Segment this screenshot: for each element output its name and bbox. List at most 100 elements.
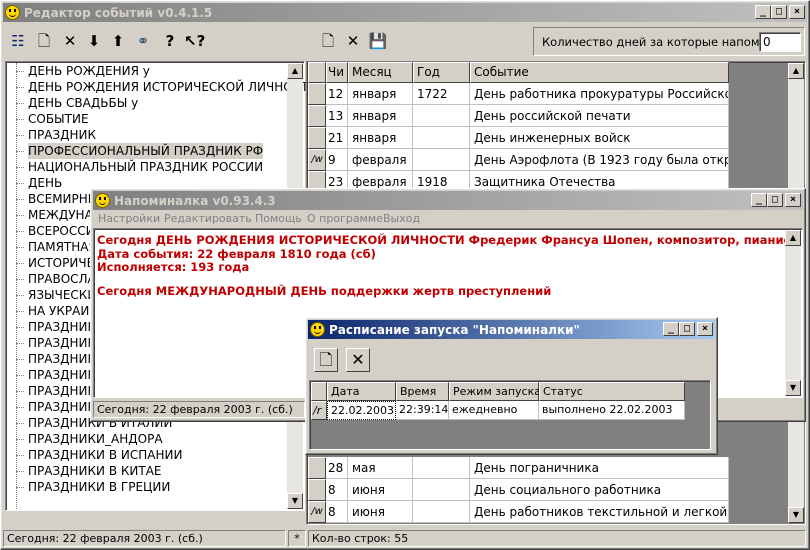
tree-item[interactable]: ПРАЗДНИКИ В ГРЕЦИИ [28,479,170,495]
row-marker[interactable] [308,457,326,479]
cell-month[interactable]: июня [348,501,413,523]
tree-item[interactable]: ПРАЗДНИК [28,367,96,383]
cell-day[interactable]: 21 [326,127,348,149]
context-help-icon[interactable]: ↖? [184,31,205,51]
tree-scroll-up-icon[interactable]: ▲ [287,63,303,79]
row-marker[interactable]: /w [308,501,326,523]
tree-item[interactable]: ВСЕМИРНЫ [28,191,98,207]
row-marker[interactable] [308,127,326,149]
save-icon[interactable]: 💾 [368,31,388,51]
schedule-cell-time[interactable]: 22:39:14 [396,401,449,420]
schedule-col-status[interactable]: Статус [539,382,685,401]
row-marker[interactable] [308,105,326,127]
tree-item[interactable]: ПРАЗДНИКИ В ИСПАНИИ [28,447,182,463]
tree-item[interactable]: ПРАЗДНИКИ В КИТАЕ [28,463,162,479]
cell-year[interactable] [413,149,470,171]
tree-item[interactable]: ВСЕРОССИ [28,223,95,239]
cell-year[interactable] [413,479,470,501]
cell-event[interactable]: День работника прокуратуры Российской [470,83,729,105]
reminder-scroll-down-icon[interactable]: ▼ [785,380,801,396]
cell-event[interactable]: День работников текстильной и легкой [470,501,729,523]
maximize-button[interactable]: □ [767,193,783,207]
close-button[interactable]: × [697,322,713,336]
help-icon[interactable]: ? [160,31,180,51]
close-button[interactable]: × [789,5,805,19]
cell-month[interactable]: января [348,127,413,149]
new-event-icon[interactable]: 🗋 [318,31,338,51]
tree-item[interactable]: ДЕНЬ РОЖДЕНИЯ у [28,63,150,79]
row-marker[interactable] [308,479,326,501]
cell-day[interactable]: 28 [326,457,348,479]
remind-days-input[interactable]: 0 [759,32,801,52]
delete-icon[interactable]: ✕ [60,31,80,51]
tree-item[interactable]: ДЕНЬ [28,175,62,191]
cell-month[interactable]: февраля [348,149,413,171]
tree-item[interactable]: ДЕНЬ СВАДЬБЫ у [28,95,138,111]
tree-item[interactable]: ПРАЗДНИК [28,383,96,399]
move-up-icon[interactable]: ⬆ [108,31,128,51]
tree-scroll-down-icon[interactable]: ▼ [287,493,303,509]
schedule-row-marker[interactable]: /r [311,401,327,420]
menu-about[interactable]: О программе [307,212,383,225]
minimize-button[interactable]: _ [751,193,767,207]
reminder-scroll-up-icon[interactable]: ▲ [785,230,801,246]
col-year-header[interactable]: Год [413,62,470,83]
tree-item[interactable]: СОБЫТИЕ [28,111,89,127]
cell-day[interactable]: 12 [326,83,348,105]
schedule-col-mode[interactable]: Режим запуска [449,382,541,401]
maximize-button[interactable]: □ [679,322,695,336]
tree-item[interactable]: ПРАЗДНИК [28,127,96,143]
minimize-button[interactable]: _ [663,322,679,336]
menu-help[interactable]: Помощь [255,212,302,225]
schedule-new-icon[interactable]: 🗋 [314,348,338,372]
cell-day[interactable]: 8 [326,501,348,523]
cell-month[interactable]: мая [348,457,413,479]
cell-day[interactable]: 13 [326,105,348,127]
row-marker[interactable] [308,83,326,105]
cell-day[interactable]: 8 [326,479,348,501]
menu-edit[interactable]: Редактировать [164,212,252,225]
menu-exit[interactable]: Выход [383,212,420,225]
cell-year[interactable] [413,501,470,523]
new-item-icon[interactable]: 🗋 [34,31,54,51]
schedule-col-date[interactable]: Дата [327,382,396,401]
minimize-button[interactable]: _ [755,5,771,19]
tree-item[interactable]: ЯЗЫЧЕСКИ [28,287,96,303]
cell-year[interactable] [413,457,470,479]
tree-item[interactable]: ПРАЗДНИК [28,319,96,335]
col-day-header[interactable]: Чи [326,62,348,83]
maximize-button[interactable]: □ [771,5,787,19]
tree-item[interactable]: ПРАЗДНИК [28,351,96,367]
search-binoculars-icon[interactable]: ⚭ [133,31,153,51]
close-button[interactable]: × [785,193,801,207]
col-event-header[interactable]: Событие [470,62,729,83]
cell-event[interactable]: День российской печати [470,105,729,127]
cell-month[interactable]: января [348,83,413,105]
tree-item[interactable]: НАЦИОНАЛЬНЫЙ ПРАЗДНИК РОССИИ [28,159,263,175]
tree-item[interactable]: ПРОФЕССИОНАЛЬНЫЙ ПРАЗДНИК РФ [28,143,264,159]
cell-year[interactable] [413,105,470,127]
cell-year[interactable] [413,127,470,149]
schedule-cell-mode[interactable]: ежедневно [449,401,539,420]
row-marker[interactable]: /w [308,149,326,171]
tree-item[interactable]: ПАМЯТНАЯ [28,239,97,255]
tree-settings-icon[interactable]: ☷ [8,31,28,51]
reminder-scrollbar[interactable] [785,230,801,396]
tree-item[interactable]: НА УКРАИН [28,303,98,319]
tree-item[interactable]: ИСТОРИЧЕ [28,255,94,271]
schedule-delete-icon[interactable]: ✕ [346,348,370,372]
grid-scroll-down-icon[interactable]: ▼ [788,507,804,523]
delete-event-icon[interactable]: ✕ [343,31,363,51]
cell-day[interactable]: 9 [326,149,348,171]
schedule-col-time[interactable]: Время [396,382,449,401]
cell-event[interactable]: День инженерных войск [470,127,729,149]
cell-event[interactable]: День пограничника [470,457,729,479]
move-down-icon[interactable]: ⬇ [84,31,104,51]
cell-event[interactable]: День социального работника [470,479,729,501]
tree-item[interactable]: ПРАЗДНИК [28,335,96,351]
col-month-header[interactable]: Месяц [348,62,413,83]
tree-item[interactable]: ПРАЗДНИКИ_АНДОРА [28,431,163,447]
cell-event[interactable]: День Аэрофлота (В 1923 году была откр [470,149,729,171]
grid-scroll-up-icon[interactable]: ▲ [788,63,804,79]
tree-item[interactable]: ДЕНЬ РОЖДЕНИЯ ИСТОРИЧЕСКОЙ ЛИЧНОСТИ [28,79,317,95]
